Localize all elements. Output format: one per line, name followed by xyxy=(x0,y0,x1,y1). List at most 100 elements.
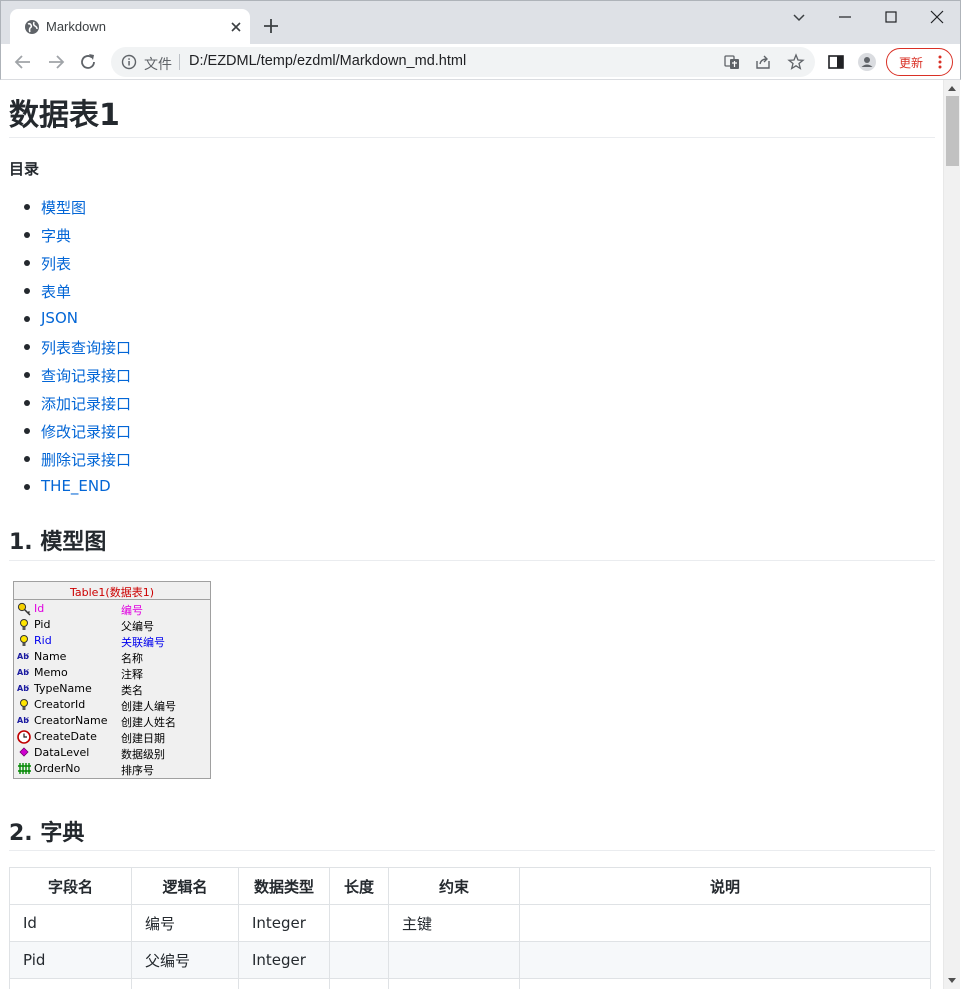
profile-avatar-icon[interactable] xyxy=(857,52,877,72)
field-name: CreateDate xyxy=(34,730,97,743)
toc-link-add-record-api[interactable]: 添加记录接口 xyxy=(41,393,131,414)
field-name: DataLevel xyxy=(34,746,90,759)
toc-item: THE_END xyxy=(9,475,309,503)
table-cell: 主键 xyxy=(388,904,520,942)
reload-icon[interactable] xyxy=(77,51,99,73)
svg-text:c: c xyxy=(26,716,29,723)
bullet xyxy=(24,484,30,490)
field-name: Memo xyxy=(34,666,68,679)
minimize-icon[interactable] xyxy=(835,7,855,27)
page-title: 数据表1 xyxy=(9,98,120,133)
close-tab-icon[interactable] xyxy=(227,18,245,36)
tab-strip: Markdown xyxy=(0,0,961,45)
url-text[interactable]: D:/EZDML/temp/ezdml/Markdown_md.html xyxy=(189,53,466,69)
table-row: Pid 父编号 Integer xyxy=(9,941,931,979)
field-label: 父编号 xyxy=(121,620,154,633)
svg-text:c: c xyxy=(26,652,29,659)
table-cell: Integer xyxy=(238,941,330,979)
update-button[interactable]: 更新 xyxy=(886,48,953,76)
clock-icon xyxy=(17,730,31,744)
toc-link-delete-record-api[interactable]: 删除记录接口 xyxy=(41,449,131,470)
url-scheme-label: 文件 xyxy=(144,57,172,73)
table-cell xyxy=(238,978,330,989)
column-header: 约束 xyxy=(388,867,520,905)
table-cell xyxy=(519,941,931,979)
browser-tab[interactable]: Markdown xyxy=(10,9,250,45)
toc-item: 字典 xyxy=(9,223,309,251)
column-header: 数据类型 xyxy=(238,867,330,905)
toc-item: 查询记录接口 xyxy=(9,363,309,391)
bulb-icon xyxy=(20,699,28,710)
toc-link-list[interactable]: 列表 xyxy=(41,253,71,274)
toc-link-update-record-api[interactable]: 修改记录接口 xyxy=(41,421,131,442)
toc-link-list-query-api[interactable]: 列表查询接口 xyxy=(41,337,131,358)
new-tab-icon[interactable] xyxy=(262,17,280,35)
bullet xyxy=(24,372,30,378)
text-abc-icon: Abc xyxy=(17,668,29,677)
scroll-down-arrow-icon[interactable] xyxy=(948,978,956,983)
side-panel-icon[interactable] xyxy=(826,52,846,72)
field-label: 编号 xyxy=(121,604,143,617)
field-name: Rid xyxy=(34,634,52,647)
close-window-icon[interactable] xyxy=(927,7,947,27)
text-abc-icon: Abc xyxy=(17,716,29,725)
field-label: 创建日期 xyxy=(121,732,165,745)
model-title: Table1(数据表1) xyxy=(69,586,155,599)
scrollbar-thumb[interactable] xyxy=(946,96,959,166)
table-row: Id 编号 Integer 主键 xyxy=(9,904,931,942)
column-header: 逻辑名 xyxy=(131,867,239,905)
bookmark-star-icon[interactable] xyxy=(787,53,805,71)
vertical-scrollbar[interactable] xyxy=(943,80,960,989)
field-name: CreatorName xyxy=(34,714,108,727)
table-cell xyxy=(388,941,520,979)
toc-link-get-record-api[interactable]: 查询记录接口 xyxy=(41,365,131,386)
table-cell xyxy=(9,978,132,989)
toc-link-json[interactable]: JSON xyxy=(41,309,78,327)
svg-text:c: c xyxy=(26,684,29,691)
table-cell: 父编号 xyxy=(131,941,239,979)
table-cell xyxy=(519,978,931,989)
back-arrow-icon[interactable] xyxy=(12,51,34,73)
toc-link-form[interactable]: 表单 xyxy=(41,281,71,302)
column-header: 长度 xyxy=(329,867,389,905)
update-label: 更新 xyxy=(899,56,924,70)
svg-text:c: c xyxy=(26,668,29,675)
bullet xyxy=(24,232,30,238)
toc-link-model[interactable]: 模型图 xyxy=(41,197,86,218)
field-label: 排序号 xyxy=(121,764,154,777)
model-field-row: Id 编号 xyxy=(14,601,210,617)
section-heading-model: 1. 模型图 xyxy=(9,530,107,555)
field-name: Id xyxy=(34,602,45,615)
share-icon[interactable] xyxy=(754,53,772,71)
forward-arrow-icon[interactable] xyxy=(45,51,67,73)
toc-item: 删除记录接口 xyxy=(9,447,309,475)
info-icon[interactable] xyxy=(121,54,137,70)
toc-link-the-end[interactable]: THE_END xyxy=(41,477,111,495)
text-abc-icon: Abc xyxy=(17,652,29,661)
column-header: 字段名 xyxy=(9,867,132,905)
toc-item: 列表 xyxy=(9,251,309,279)
field-label: 创建人姓名 xyxy=(121,716,176,729)
address-bar[interactable]: 文件 D:/EZDML/temp/ezdml/Markdown_md.html xyxy=(111,47,815,77)
bullet xyxy=(24,428,30,434)
dictionary-table: 字段名 逻辑名 数据类型 长度 约束 说明 Id 编号 Integer 主键 P… xyxy=(9,867,931,989)
model-field-row: Rid 关联编号 xyxy=(14,633,210,649)
field-label: 创建人编号 xyxy=(121,700,176,713)
field-name: CreatorId xyxy=(34,698,86,711)
toc-link-dict[interactable]: 字典 xyxy=(41,225,71,246)
bullet xyxy=(24,344,30,350)
scroll-up-arrow-icon[interactable] xyxy=(948,86,956,91)
browser-toolbar: 文件 D:/EZDML/temp/ezdml/Markdown_md.html … xyxy=(0,44,961,80)
translate-icon[interactable] xyxy=(723,53,741,71)
field-label: 数据级别 xyxy=(121,748,165,761)
bullet xyxy=(24,260,30,266)
tab-search-chevron-icon[interactable] xyxy=(789,7,809,27)
toc-item: 添加记录接口 xyxy=(9,391,309,419)
bullet xyxy=(24,316,30,322)
text-abc-icon: Abc xyxy=(17,684,29,693)
table-cell xyxy=(329,904,389,942)
table-cell xyxy=(519,904,931,942)
maximize-icon[interactable] xyxy=(881,7,901,27)
more-menu-icon[interactable] xyxy=(937,54,943,70)
table-header-row: 字段名 逻辑名 数据类型 长度 约束 说明 xyxy=(9,867,931,905)
